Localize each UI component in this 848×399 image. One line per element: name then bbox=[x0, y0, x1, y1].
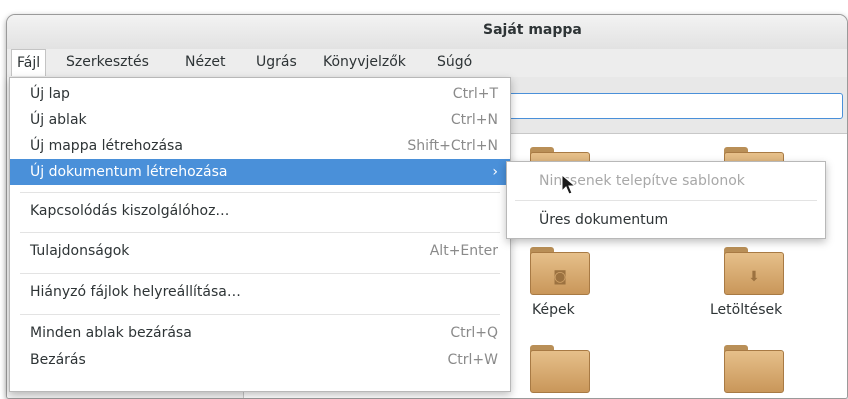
menu-item-shortcut: Shift+Ctrl+N bbox=[407, 138, 498, 154]
new-document-submenu: Nincsenek telepítve sablonok Üres dokume… bbox=[506, 161, 826, 239]
menu-item-label: Minden ablak bezárása bbox=[30, 325, 192, 341]
folder-icon[interactable] bbox=[530, 345, 590, 393]
folder-icon[interactable] bbox=[724, 345, 784, 393]
window-title: Saját mappa bbox=[483, 22, 582, 38]
menu-separator bbox=[20, 192, 500, 193]
menu-file[interactable]: Fájl bbox=[11, 49, 47, 76]
menu-item-properties[interactable]: Tulajdonságok Alt+Enter bbox=[10, 238, 510, 264]
menubar: Fájl Szerkesztés Nézet Ugrás Könyvjelzők… bbox=[7, 49, 847, 77]
menu-view[interactable]: Nézet bbox=[180, 49, 231, 75]
menu-bookmarks[interactable]: Könyvjelzők bbox=[318, 49, 411, 75]
submenu-item-no-templates: Nincsenek telepítve sablonok bbox=[507, 166, 825, 196]
mouse-pointer-icon bbox=[561, 174, 577, 195]
menu-separator bbox=[515, 200, 817, 201]
menu-item-connect-server[interactable]: Kapcsolódás kiszolgálóhoz… bbox=[10, 198, 510, 224]
menu-item-shortcut: Ctrl+W bbox=[447, 352, 498, 368]
menu-item-label: Hiányzó fájlok helyreállítása… bbox=[30, 284, 241, 300]
menu-item-shortcut: Ctrl+T bbox=[452, 86, 498, 102]
submenu-arrow-icon: › bbox=[492, 164, 498, 180]
menu-item-label: Új lap bbox=[30, 86, 70, 102]
menu-item-shortcut: Ctrl+Q bbox=[450, 325, 498, 341]
menu-item-new-window[interactable]: Új ablak Ctrl+N bbox=[10, 107, 510, 133]
menu-edit[interactable]: Szerkesztés bbox=[61, 49, 154, 75]
menu-separator bbox=[20, 273, 500, 274]
menu-item-new-document[interactable]: Új dokumentum létrehozása › bbox=[10, 159, 510, 185]
titlebar[interactable]: Saját mappa bbox=[7, 15, 847, 50]
downloads-folder-icon[interactable]: ⬇ bbox=[724, 247, 784, 295]
menu-item-label: Üres dokumentum bbox=[539, 212, 669, 228]
menu-item-label: Bezárás bbox=[30, 352, 86, 368]
menu-separator bbox=[20, 314, 500, 315]
file-menu: Új lap Ctrl+T Új ablak Ctrl+N Új mappa l… bbox=[9, 77, 511, 392]
menu-item-shortcut: Ctrl+N bbox=[450, 112, 498, 128]
submenu-item-empty-document[interactable]: Üres dokumentum bbox=[507, 205, 825, 235]
menu-item-close-all[interactable]: Minden ablak bezárása Ctrl+Q bbox=[10, 320, 510, 346]
menu-item-label: Új ablak bbox=[30, 112, 87, 128]
folder-label-downloads: Letöltések bbox=[710, 302, 783, 318]
menu-item-close[interactable]: Bezárás Ctrl+W bbox=[10, 347, 510, 373]
pictures-folder-icon[interactable]: ◙ bbox=[530, 247, 590, 295]
menu-item-label: Új mappa létrehozása bbox=[30, 138, 183, 154]
menu-item-label: Tulajdonságok bbox=[30, 243, 130, 259]
folder-label-pictures: Képek bbox=[532, 302, 575, 318]
menu-item-new-tab[interactable]: Új lap Ctrl+T bbox=[10, 81, 510, 107]
menu-item-restore-missing[interactable]: Hiányzó fájlok helyreállítása… bbox=[10, 279, 510, 305]
menu-item-label: Kapcsolódás kiszolgálóhoz… bbox=[30, 203, 230, 219]
menu-item-label: Új dokumentum létrehozása bbox=[30, 164, 228, 180]
menu-go[interactable]: Ugrás bbox=[251, 49, 302, 75]
menu-help[interactable]: Súgó bbox=[432, 49, 477, 75]
menu-item-shortcut: Alt+Enter bbox=[429, 243, 498, 259]
menu-separator bbox=[20, 232, 500, 233]
menu-item-new-folder[interactable]: Új mappa létrehozása Shift+Ctrl+N bbox=[10, 133, 510, 159]
